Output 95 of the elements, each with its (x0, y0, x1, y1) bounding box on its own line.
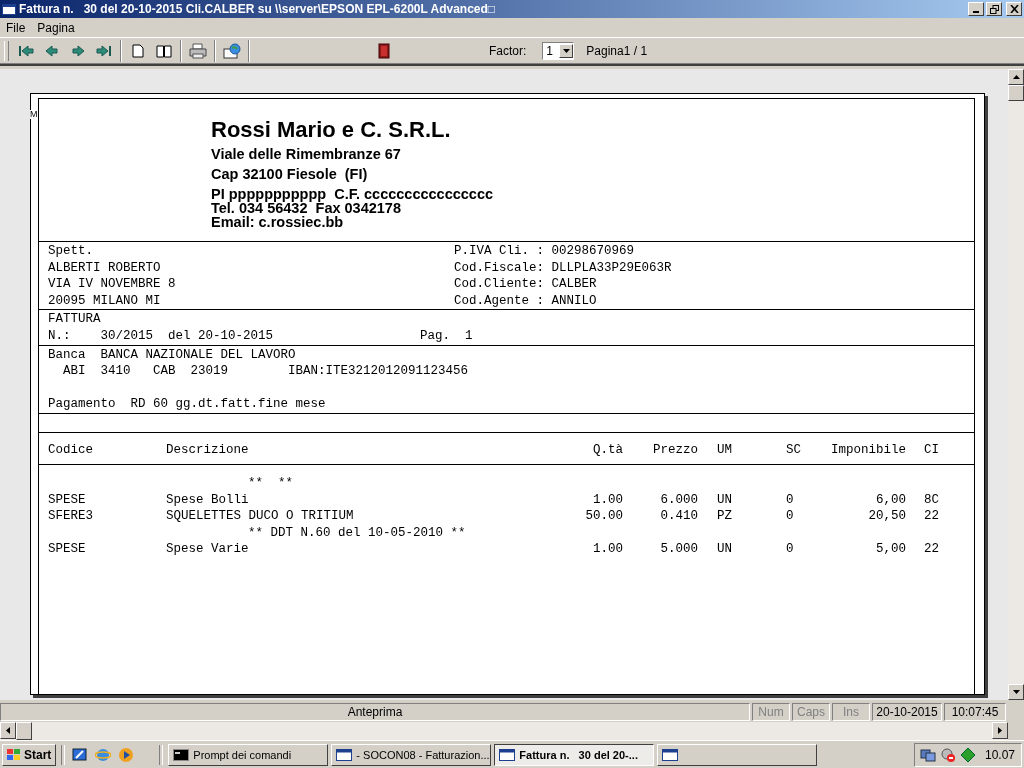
scroll-down-icon[interactable] (1012, 690, 1020, 694)
clock: 10.07 (984, 747, 1015, 762)
start-button[interactable]: Start (2, 743, 57, 766)
table-cell-text: 0 (785, 491, 795, 509)
vertical-scrollbar[interactable] (1008, 69, 1024, 700)
key-indicator: Caps (792, 703, 830, 721)
taskbar-button[interactable] (657, 743, 818, 766)
dropdown-arrow-icon (562, 49, 570, 53)
minimize-button[interactable] (968, 2, 984, 16)
column-header: UM (716, 442, 733, 459)
recipient-line: VIA IV NOVEMBRE 8 (48, 276, 177, 293)
table-cell-text: PZ (716, 508, 733, 525)
table-cell-text: SFERE3 (48, 508, 94, 525)
recipient-line: ALBERTI ROBERTO (48, 259, 162, 277)
table-cell-text: 50.00 (584, 508, 623, 525)
horizontal-scrollbar[interactable] (0, 722, 1024, 740)
blocked-icon[interactable] (938, 745, 957, 764)
table-cell-text: UN (716, 541, 733, 558)
table-cell-text: 0 (785, 508, 795, 525)
table-cell-text: 0 (785, 541, 795, 558)
table-cell-text: 5.000 (659, 541, 698, 558)
table-cell-text: 1.00 (592, 491, 623, 509)
company-name: Rossi Mario e C. S.R.L. (211, 117, 452, 143)
recipient-line: Spett. (48, 243, 94, 260)
customer-info: Cod.Cliente: CALBER (454, 276, 598, 293)
note-line: ** ** (247, 474, 293, 492)
key-indicator: Ins (832, 703, 870, 721)
column-header: CI (923, 442, 940, 459)
company-contact: PI ppppppppppp C.F. cccccccccccccccc (211, 187, 495, 201)
factor-dropdown[interactable]: 1 (542, 42, 575, 60)
invoice-number: N.: 30/2015 del 20-10-2015 (48, 327, 275, 345)
menu-item[interactable]: Pagina (31, 20, 81, 35)
column-header: Imponibile (830, 442, 906, 459)
note-line: ** DDT N.60 del 10-05-2010 ** (247, 524, 466, 542)
page-indicator: Pagina1 / 1 (586, 44, 648, 58)
table-cell-text: 6.000 (659, 491, 698, 509)
company-address: Cap 32100 Fiesole (FI) (211, 165, 369, 184)
column-header: SC (785, 442, 802, 459)
customer-info: Cod.Fiscale: DLLPLA33P29E063R (454, 259, 672, 277)
windows-flag-icon (7, 748, 21, 761)
taskbar-button[interactable]: Fattura n. 30 del 20-... (494, 743, 655, 766)
bank-name: Banca BANCA NAZIONALE DEL LAVORO (48, 346, 297, 364)
scroll-thumb[interactable] (16, 722, 32, 740)
key-indicator: Num (752, 703, 790, 721)
table-cell-text: SPESE (48, 491, 87, 509)
recipient-line: 20095 MILANO MI (48, 292, 162, 310)
status-time: 10:07:45 (944, 703, 1006, 721)
window-icon (2, 3, 16, 15)
restore-button[interactable] (986, 2, 1002, 16)
taskbar-button[interactable]: - SOCON08 - Fatturazion... (331, 743, 492, 766)
company-contact: Email: c.rossiec.bb (211, 215, 345, 229)
window-icon (336, 747, 353, 762)
restore-icon (989, 4, 999, 14)
company-address: Viale delle Rimembranze 67 (211, 145, 402, 164)
page-number: Pag. 1 (420, 327, 473, 345)
table-cell-text: Spese Bolli (166, 491, 250, 509)
column-header: Prezzo (652, 442, 698, 459)
window-icon (499, 747, 516, 762)
table-cell-text: SPESE (48, 541, 87, 558)
taskbar-button[interactable]: Prompt dei comandi (168, 743, 329, 766)
menu-item[interactable]: File (0, 20, 32, 35)
column-header: Q.tà (592, 442, 623, 459)
table-cell-text: 6,00 (875, 491, 906, 509)
customer-info: Cod.Agente : ANNILO (454, 292, 598, 310)
margin-mark: M (30, 110, 38, 119)
bank-codes: ABI 3410 CAB 23019 IBAN:ITE3212012091123456 (62, 363, 470, 380)
console-icon (173, 747, 190, 762)
table-cell-text: Spese Varie (166, 541, 250, 558)
document-type: FATTURA (48, 311, 102, 328)
table-cell-text: 22 (923, 508, 940, 525)
status-message: Anteprima (0, 703, 750, 721)
column-header: Codice (48, 442, 94, 459)
window-title: Fattura n. 30 del 20-10-2015 Cli.CALBER su \\server\EPSON EPL-6200L Advanced□ (19, 2, 497, 16)
scroll-left-icon[interactable] (6, 727, 10, 734)
status-date: 20-10-2015 (872, 703, 942, 721)
table-cell-text: 5,00 (875, 541, 906, 558)
table-cell-text: SQUELETTES DUCO O TRITIUM (166, 508, 355, 525)
payment-terms: Pagamento RD 60 gg.dt.fatt.fine mese (48, 396, 327, 413)
column-header: Descrizione (166, 442, 250, 459)
factor-label: Factor: (489, 44, 527, 58)
close-icon (1009, 5, 1019, 13)
scroll-up-icon[interactable] (1012, 75, 1020, 79)
table-cell-text: 0.410 (659, 508, 698, 525)
table-cell-text: 22 (923, 541, 940, 558)
table-cell-text: 8C (923, 491, 940, 509)
scroll-right-icon[interactable] (998, 727, 1002, 734)
close-button[interactable] (1006, 2, 1022, 16)
shield-icon[interactable] (958, 745, 977, 764)
customer-info: P.IVA Cli. : 00298670969 (454, 243, 636, 260)
table-cell-text: 1.00 (592, 541, 623, 558)
scroll-thumb[interactable] (1008, 85, 1024, 101)
table-cell-text: 20,50 (867, 508, 906, 525)
window-icon (662, 747, 679, 762)
company-contact: Tel. 034 56432 Fax 0342178 (211, 201, 402, 215)
table-cell-text: UN (716, 491, 733, 509)
